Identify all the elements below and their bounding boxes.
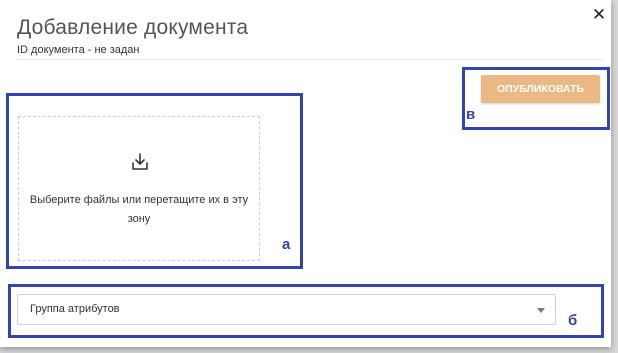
add-document-dialog: Добавление документа ID документа - не з… bbox=[0, 0, 611, 347]
attribute-group-label: Группа атрибутов bbox=[30, 303, 120, 315]
annotation-label-a: а bbox=[282, 236, 291, 253]
dropzone-hint: Выберите файлы или перетащите их в эту з… bbox=[29, 194, 249, 225]
caret-down-icon[interactable] bbox=[537, 308, 545, 313]
annotation-label-v: в bbox=[466, 106, 476, 123]
upload-icon bbox=[132, 153, 148, 170]
close-icon[interactable]: ✕ bbox=[589, 5, 609, 25]
header-divider bbox=[17, 59, 603, 60]
dialog-title: Добавление документа bbox=[17, 16, 249, 39]
file-dropzone[interactable]: Выберите файлы или перетащите их в эту з… bbox=[18, 116, 260, 261]
attribute-group-select[interactable]: Группа атрибутов bbox=[17, 294, 556, 325]
document-id-label: ID документа - не задан bbox=[17, 44, 140, 56]
publish-button[interactable]: ОПУБЛИКОВАТЬ bbox=[481, 75, 600, 103]
annotation-label-b: б bbox=[568, 312, 578, 329]
